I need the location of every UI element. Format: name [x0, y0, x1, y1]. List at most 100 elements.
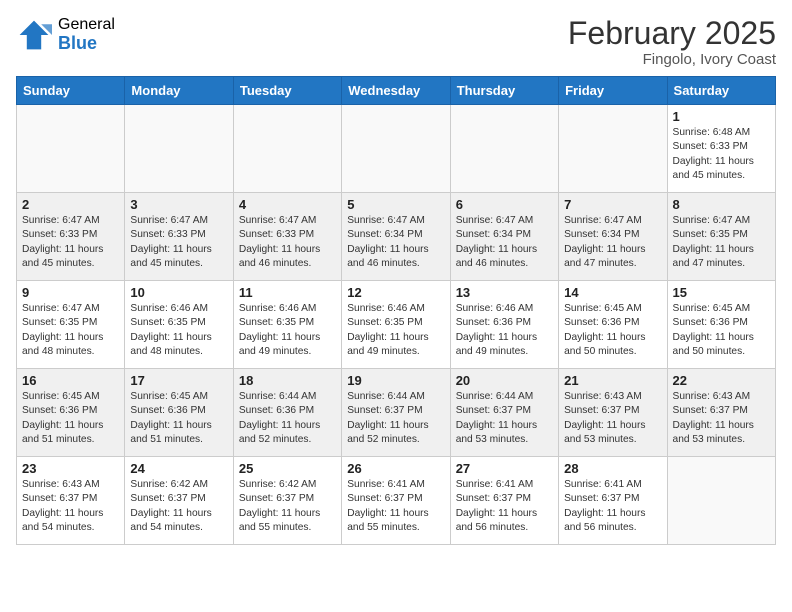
calendar-cell: 25Sunrise: 6:42 AM Sunset: 6:37 PM Dayli…: [233, 457, 341, 545]
calendar-cell: [559, 105, 667, 193]
day-number: 2: [22, 197, 119, 212]
day-number: 7: [564, 197, 661, 212]
calendar-cell: 12 Sunrise: 6:46 AM Sunset: 6:35 PM Dayli…: [342, 281, 450, 369]
calendar-cell: 10 Sunrise: 6:46 AM Sunset: 6:35 PM Dayli…: [125, 281, 233, 369]
calendar-cell: 1 Sunrise: 6:48 AM Sunset: 6:33 PM Daylig…: [667, 105, 775, 193]
logo-icon: [16, 17, 52, 53]
calendar-cell: 24 Sunrise: 6:42 AM Sunset: 6:37 PM Dayli…: [125, 457, 233, 545]
day-info: Sunrise: 6:47 AM Sunset: 6:33 PM Dayligh…: [22, 214, 119, 271]
day-info: Sunrise: 6:42 AM Sunset: 6:37 PM Dayligh…: [239, 478, 336, 535]
day-info: Sunrise: 6:44 AM Sunset: 6:37 PM Dayligh…: [347, 390, 444, 447]
day-info: Sunrise: 6:45 AM Sunset: 6:36 PM Dayligh…: [564, 302, 661, 359]
week-row-1: 1 Sunrise: 6:48 AM Sunset: 6:33 PM Daylig…: [17, 105, 776, 193]
day-number: 11: [239, 285, 336, 300]
day-info: Sunrise: 6:44 AM Sunset: 6:36 PM Dayligh…: [239, 390, 336, 447]
day-number: 1: [673, 109, 770, 124]
calendar-cell: 26 Sunrise: 6:41 AM Sunset: 6:37 PM Dayli…: [342, 457, 450, 545]
week-row-5: 23 Sunrise: 6:43 AM Sunset: 6:37 PM Dayli…: [17, 457, 776, 545]
calendar-cell: 20Sunrise: 6:44 AM Sunset: 6:37 PM Dayli…: [450, 369, 558, 457]
day-number: 10: [130, 285, 227, 300]
calendar-cell: 15Sunrise: 6:45 AM Sunset: 6:36 PM Dayli…: [667, 281, 775, 369]
day-number: 21: [564, 373, 661, 388]
day-info: Sunrise: 6:41 AM Sunset: 6:37 PM Dayligh…: [347, 478, 444, 535]
page-header: General Blue February 2025 Fingolo, Ivor…: [16, 16, 776, 68]
calendar-cell: 22 Sunrise: 6:43 AM Sunset: 6:37 PM Dayli…: [667, 369, 775, 457]
day-info: Sunrise: 6:43 AM Sunset: 6:37 PM Dayligh…: [564, 390, 661, 447]
calendar-cell: 8 Sunrise: 6:47 AM Sunset: 6:35 PM Daylig…: [667, 193, 775, 281]
day-number: 26: [347, 461, 444, 476]
logo-text: General Blue: [58, 16, 115, 53]
day-number: 27: [456, 461, 553, 476]
day-number: 28: [564, 461, 661, 476]
day-number: 4: [239, 197, 336, 212]
day-number: 9: [22, 285, 119, 300]
logo-general: General: [58, 16, 115, 34]
weekday-header-friday: Friday: [559, 77, 667, 105]
calendar-cell: [450, 105, 558, 193]
day-number: 14: [564, 285, 661, 300]
month-year: February 2025: [568, 16, 776, 51]
calendar-cell: 14 Sunrise: 6:45 AM Sunset: 6:36 PM Dayli…: [559, 281, 667, 369]
weekday-header-monday: Monday: [125, 77, 233, 105]
day-number: 19: [347, 373, 444, 388]
day-number: 24: [130, 461, 227, 476]
weekday-header-tuesday: Tuesday: [233, 77, 341, 105]
day-info: Sunrise: 6:46 AM Sunset: 6:35 PM Dayligh…: [347, 302, 444, 359]
calendar-table: SundayMondayTuesdayWednesdayThursdayFrid…: [16, 76, 776, 545]
day-info: Sunrise: 6:47 AM Sunset: 6:34 PM Dayligh…: [347, 214, 444, 271]
calendar-cell: 18 Sunrise: 6:44 AM Sunset: 6:36 PM Dayli…: [233, 369, 341, 457]
logo-blue: Blue: [58, 34, 115, 54]
day-number: 3: [130, 197, 227, 212]
title-block: February 2025 Fingolo, Ivory Coast: [568, 16, 776, 68]
day-info: Sunrise: 6:43 AM Sunset: 6:37 PM Dayligh…: [22, 478, 119, 535]
logo: General Blue: [16, 16, 115, 53]
location: Fingolo, Ivory Coast: [568, 51, 776, 68]
day-number: 18: [239, 373, 336, 388]
day-number: 13: [456, 285, 553, 300]
day-info: Sunrise: 6:46 AM Sunset: 6:35 PM Dayligh…: [239, 302, 336, 359]
calendar-cell: [125, 105, 233, 193]
calendar-cell: [233, 105, 341, 193]
calendar-cell: 17Sunrise: 6:45 AM Sunset: 6:36 PM Dayli…: [125, 369, 233, 457]
week-row-4: 16 Sunrise: 6:45 AM Sunset: 6:36 PM Dayli…: [17, 369, 776, 457]
calendar-cell: 6 Sunrise: 6:47 AM Sunset: 6:34 PM Daylig…: [450, 193, 558, 281]
weekday-header-thursday: Thursday: [450, 77, 558, 105]
day-number: 8: [673, 197, 770, 212]
day-number: 16: [22, 373, 119, 388]
weekday-header-sunday: Sunday: [17, 77, 125, 105]
day-info: Sunrise: 6:47 AM Sunset: 6:34 PM Dayligh…: [564, 214, 661, 271]
day-number: 22: [673, 373, 770, 388]
week-row-3: 9 Sunrise: 6:47 AM Sunset: 6:35 PM Daylig…: [17, 281, 776, 369]
calendar-cell: 19 Sunrise: 6:44 AM Sunset: 6:37 PM Dayli…: [342, 369, 450, 457]
day-number: 20: [456, 373, 553, 388]
calendar-cell: 5Sunrise: 6:47 AM Sunset: 6:34 PM Daylig…: [342, 193, 450, 281]
day-info: Sunrise: 6:47 AM Sunset: 6:35 PM Dayligh…: [22, 302, 119, 359]
calendar-cell: 28 Sunrise: 6:41 AM Sunset: 6:37 PM Dayli…: [559, 457, 667, 545]
day-info: Sunrise: 6:47 AM Sunset: 6:33 PM Dayligh…: [239, 214, 336, 271]
day-number: 12: [347, 285, 444, 300]
day-info: Sunrise: 6:47 AM Sunset: 6:34 PM Dayligh…: [456, 214, 553, 271]
day-info: Sunrise: 6:46 AM Sunset: 6:35 PM Dayligh…: [130, 302, 227, 359]
weekday-header-saturday: Saturday: [667, 77, 775, 105]
weekday-header-row: SundayMondayTuesdayWednesdayThursdayFrid…: [17, 77, 776, 105]
calendar-cell: 23 Sunrise: 6:43 AM Sunset: 6:37 PM Dayli…: [17, 457, 125, 545]
day-number: 15: [673, 285, 770, 300]
day-number: 6: [456, 197, 553, 212]
calendar-cell: 21 Sunrise: 6:43 AM Sunset: 6:37 PM Dayli…: [559, 369, 667, 457]
day-info: Sunrise: 6:45 AM Sunset: 6:36 PM Dayligh…: [22, 390, 119, 447]
day-info: Sunrise: 6:43 AM Sunset: 6:37 PM Dayligh…: [673, 390, 770, 447]
day-info: Sunrise: 6:47 AM Sunset: 6:35 PM Dayligh…: [673, 214, 770, 271]
day-info: Sunrise: 6:47 AM Sunset: 6:33 PM Dayligh…: [130, 214, 227, 271]
calendar-cell: 7 Sunrise: 6:47 AM Sunset: 6:34 PM Daylig…: [559, 193, 667, 281]
day-info: Sunrise: 6:41 AM Sunset: 6:37 PM Dayligh…: [456, 478, 553, 535]
day-number: 17: [130, 373, 227, 388]
calendar-cell: 9 Sunrise: 6:47 AM Sunset: 6:35 PM Daylig…: [17, 281, 125, 369]
day-info: Sunrise: 6:42 AM Sunset: 6:37 PM Dayligh…: [130, 478, 227, 535]
calendar-cell: [667, 457, 775, 545]
day-info: Sunrise: 6:46 AM Sunset: 6:36 PM Dayligh…: [456, 302, 553, 359]
day-info: Sunrise: 6:48 AM Sunset: 6:33 PM Dayligh…: [673, 126, 770, 183]
calendar-cell: 11 Sunrise: 6:46 AM Sunset: 6:35 PM Dayli…: [233, 281, 341, 369]
calendar-cell: [342, 105, 450, 193]
day-info: Sunrise: 6:41 AM Sunset: 6:37 PM Dayligh…: [564, 478, 661, 535]
day-number: 23: [22, 461, 119, 476]
